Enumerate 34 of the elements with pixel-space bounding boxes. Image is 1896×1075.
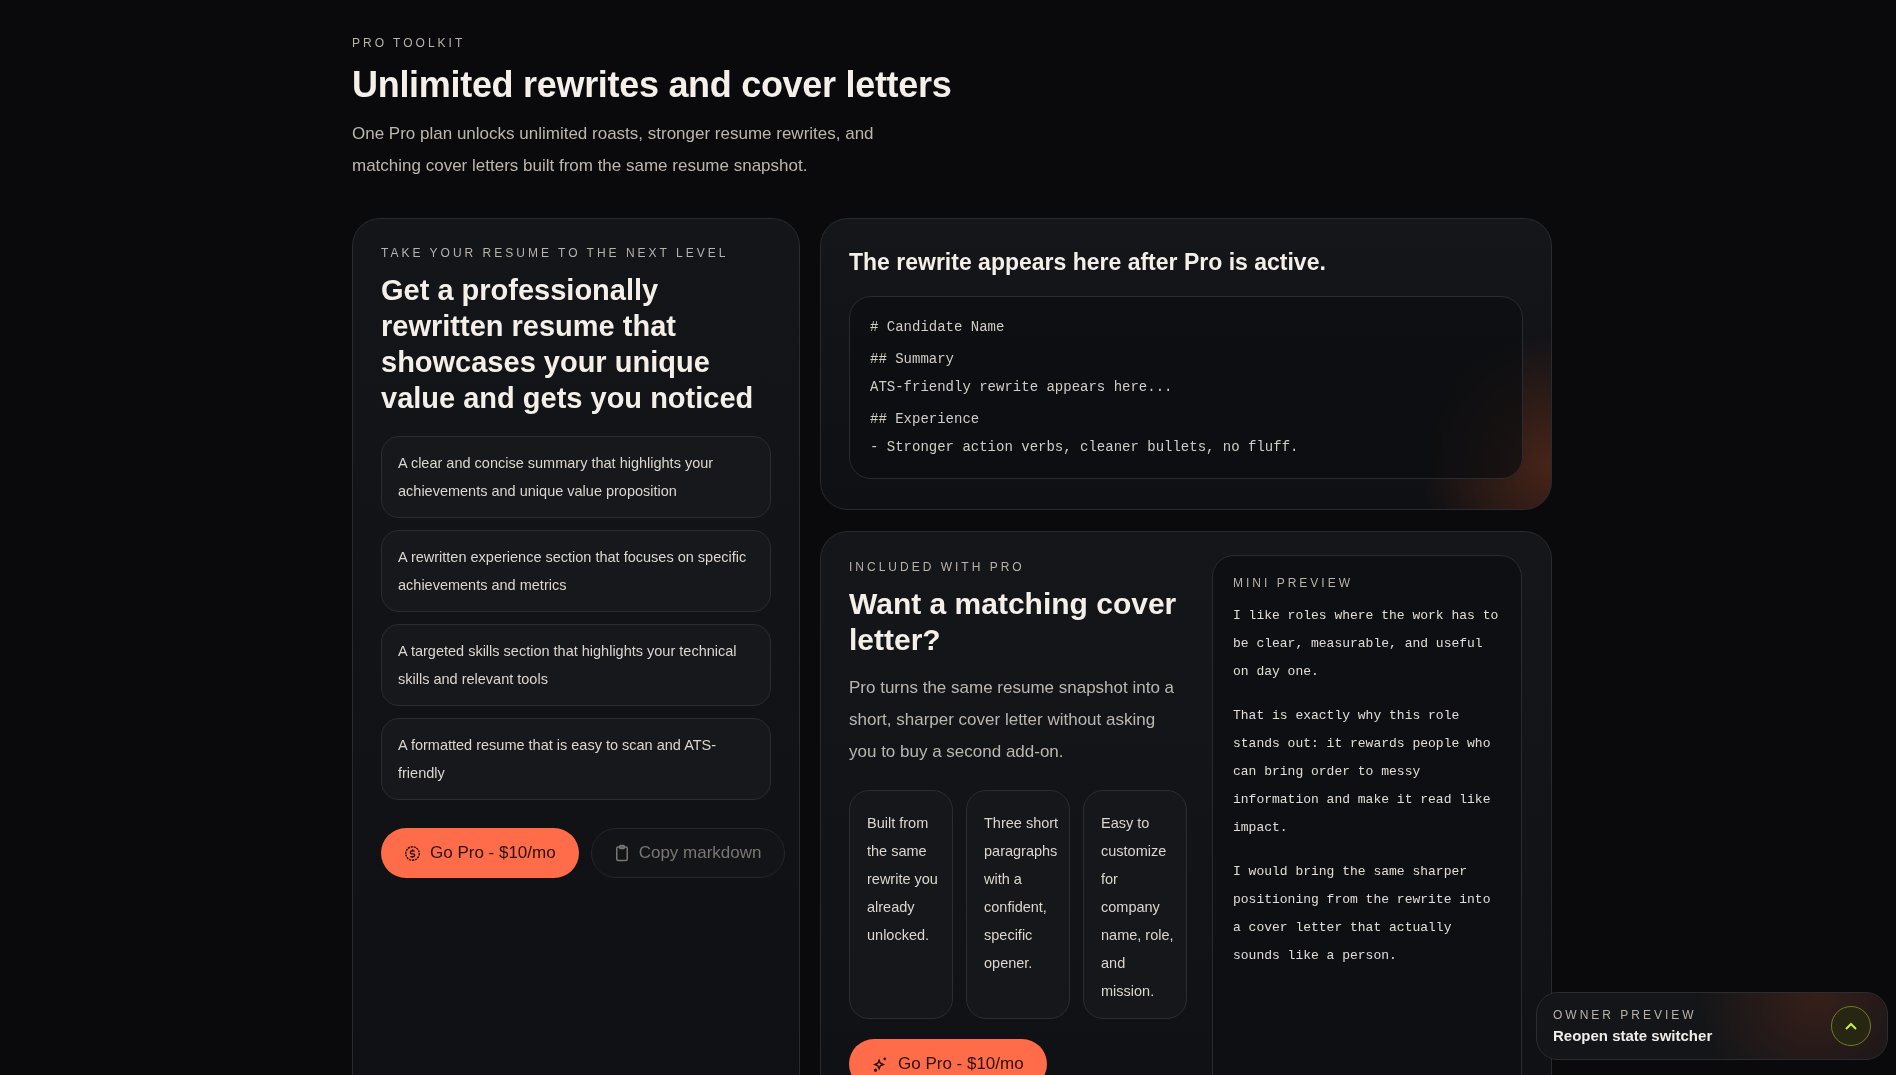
- go-pro-button[interactable]: Go Pro - $10/mo: [381, 828, 579, 878]
- benefit-tile: Built from the same rewrite you already unlocked.: [849, 790, 953, 1019]
- preview-paragraph: That is exactly why this role stands out: it rewards people who can bring order to messy information and make it read like impact.: [1233, 707, 1492, 837]
- eyebrow-label: PRO TOOLKIT: [352, 36, 467, 50]
- card-heading: The rewrite appears here after Pro is active.: [849, 249, 1327, 276]
- expand-button[interactable]: [1831, 1006, 1871, 1046]
- eyebrow-label: MINI PREVIEW: [1233, 576, 1354, 590]
- feature-item: A targeted skills section that highlights your technical skills and relevant tools: [381, 624, 771, 706]
- panel-title: Reopen state switcher: [1553, 1027, 1713, 1044]
- clipboard-icon: [613, 844, 630, 862]
- markdown-heading: ## Experience: [870, 410, 981, 429]
- markdown-heading: ## Summary: [870, 350, 955, 369]
- benefit-tile: Easy to customize for company name, role, and mission.: [1083, 790, 1187, 1019]
- eyebrow-label: INCLUDED WITH PRO: [849, 560, 1026, 574]
- page-title: Unlimited rewrites and cover letters: [352, 64, 953, 106]
- benefit-tile: Three short paragraphs with a confident, specific opener.: [966, 790, 1070, 1019]
- feature-item: A formatted resume that is easy to scan and ATS-friendly: [381, 718, 771, 800]
- sparkle-icon: [872, 1055, 889, 1073]
- markdown-text: ATS-friendly rewrite appears here...: [870, 378, 1174, 397]
- card-description: Pro turns the same resume snapshot into a short, sharper cover letter without asking you to buy a second add-on.: [849, 677, 1176, 763]
- page-description: One Pro plan unlocks unlimited roasts, stronger resume rewrites, and matching cover letters built from the same resume snapshot.: [352, 123, 875, 177]
- eyebrow-label: TAKE YOUR RESUME TO THE NEXT LEVEL: [381, 246, 730, 260]
- dollar-coin-icon: [404, 844, 421, 862]
- card-heading: Want a matching cover letter?: [849, 586, 1178, 658]
- card-heading: Get a professionally rewritten resume that showcases your unique value and gets you noticed: [381, 273, 755, 416]
- feature-item: A clear and concise summary that highlights your achievements and unique value proposition: [381, 436, 771, 518]
- feature-item: A rewritten experience section that focuses on specific achievements and metrics: [381, 530, 771, 612]
- eyebrow-label: OWNER PREVIEW: [1553, 1008, 1698, 1022]
- markdown-text: - Stronger action verbs, cleaner bullets, no fluff.: [870, 438, 1300, 457]
- preview-paragraph: I would bring the same sharper positioning from the rewrite into a cover letter that actually sounds like a person.: [1233, 863, 1492, 965]
- chevron-up-icon: [1845, 1022, 1857, 1030]
- preview-paragraph: I like roles where the work has to be clear, measurable, and useful on day one.: [1233, 607, 1500, 681]
- markdown-heading: # Candidate Name: [870, 318, 1006, 337]
- go-pro-button[interactable]: Go Pro - $10/mo: [849, 1039, 1047, 1075]
